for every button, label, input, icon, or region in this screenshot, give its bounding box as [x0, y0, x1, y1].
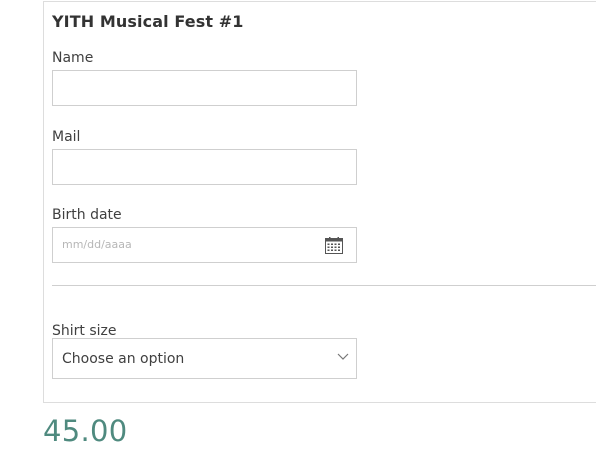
birth-date-field[interactable]: mm/dd/aaaa	[52, 227, 357, 263]
price: 45.00	[43, 414, 128, 448]
birth-date-placeholder: mm/dd/aaaa	[62, 238, 132, 251]
shirt-size-select[interactable]: Choose an option	[52, 338, 357, 379]
birth-date-label: Birth date	[52, 207, 122, 223]
shirt-size-value: Choose an option	[62, 351, 185, 367]
chevron-down-icon	[337, 353, 349, 360]
event-form: YITH Musical Fest #1 Name Mail Birth dat…	[43, 1, 596, 403]
form-title: YITH Musical Fest #1	[52, 12, 244, 31]
shirt-size-label: Shirt size	[52, 323, 117, 339]
name-field[interactable]	[52, 70, 357, 106]
calendar-icon[interactable]	[325, 237, 343, 254]
mail-field[interactable]	[52, 149, 357, 185]
section-divider	[52, 285, 596, 286]
name-label: Name	[52, 50, 94, 66]
mail-label: Mail	[52, 129, 81, 145]
